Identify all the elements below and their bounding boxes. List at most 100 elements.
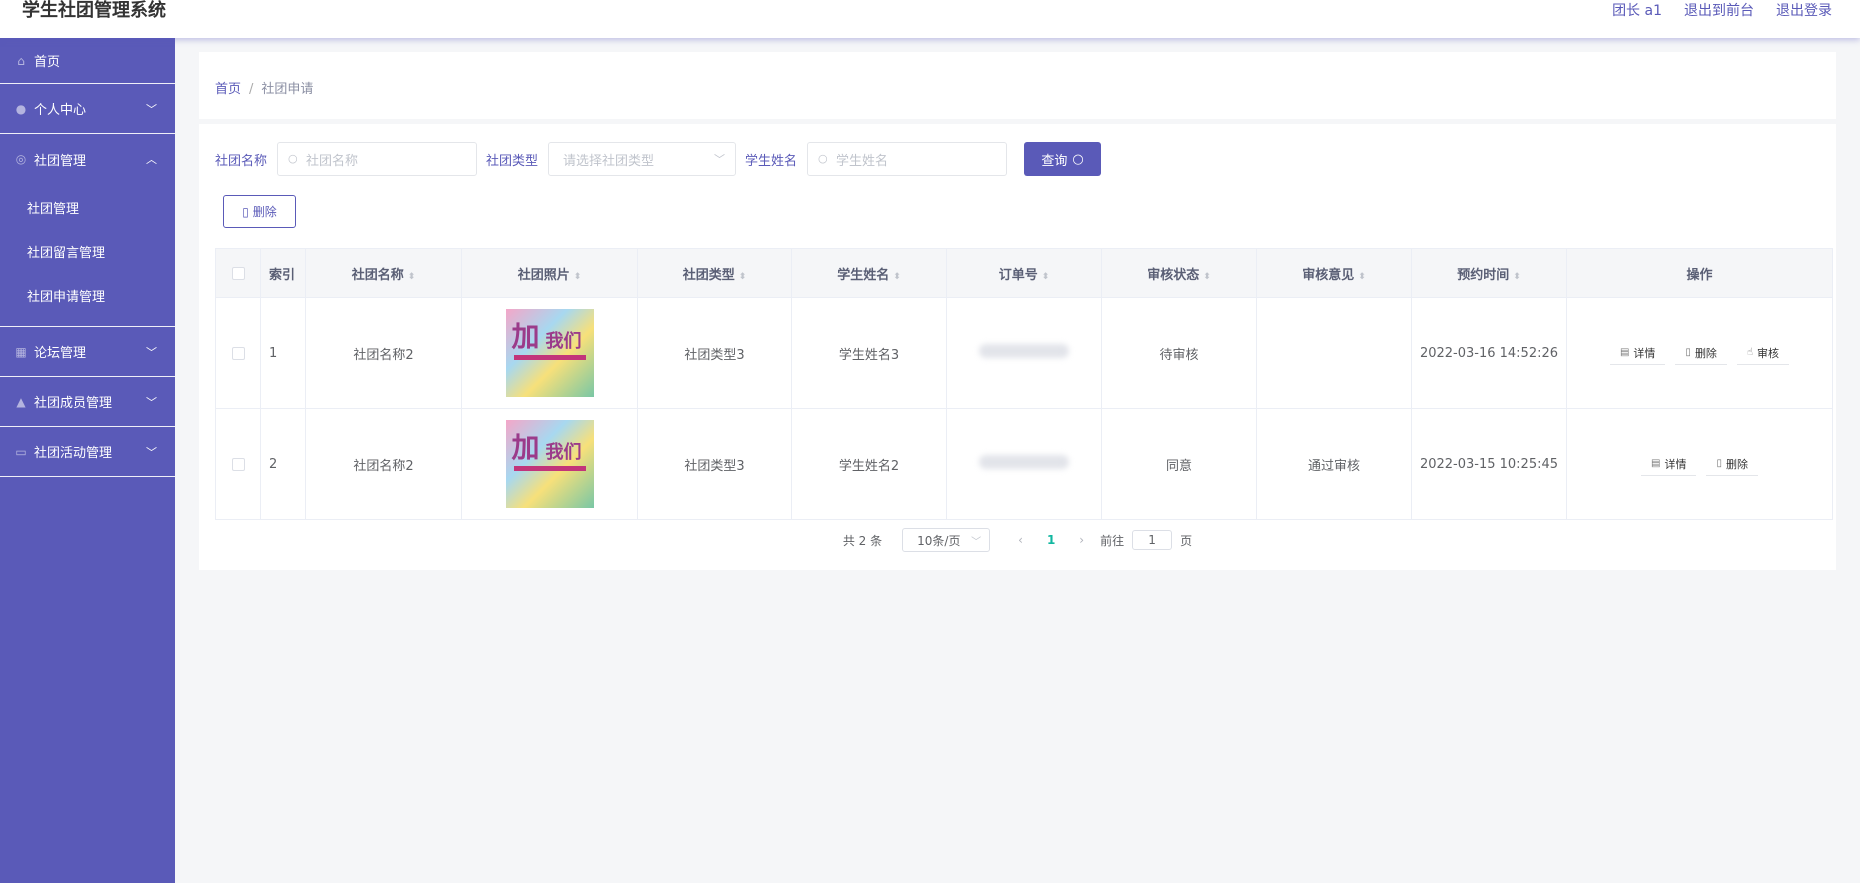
- chat-icon: ▭: [15, 444, 27, 459]
- header-student-name[interactable]: 学生姓名 ⬍: [791, 248, 947, 298]
- chevron-down-icon: ﹀: [146, 396, 157, 409]
- cell-club-photo: 加 我们: [461, 297, 638, 409]
- sidebar-item-label: 论坛管理: [34, 346, 87, 361]
- sort-icon[interactable]: ⬍: [1042, 272, 1050, 282]
- breadcrumb-current: 社团申请: [261, 82, 314, 97]
- sidebar-item-home[interactable]: ⌂ 首页: [0, 38, 175, 84]
- breadcrumb-panel: 首页 / 社团申请: [199, 52, 1836, 119]
- sort-icon[interactable]: ⬍: [739, 272, 747, 282]
- header-label: 社团类型: [682, 267, 735, 283]
- batch-delete-button[interactable]: ▯ 删除: [223, 195, 296, 228]
- header-club-photo[interactable]: 社团照片 ⬍: [461, 248, 638, 298]
- sidebar-item-club-management[interactable]: ◎ 社团管理 ︿: [0, 134, 175, 184]
- delete-button[interactable]: ▯ 删除: [1675, 341, 1727, 365]
- club-photo[interactable]: 加 我们: [505, 420, 594, 508]
- header-actions: 操作: [1566, 248, 1833, 298]
- row-checkbox[interactable]: [231, 457, 245, 471]
- breadcrumb-home[interactable]: 首页: [215, 82, 241, 97]
- header-label: 订单号: [998, 267, 1038, 283]
- club-type-placeholder: 请选择社团类型: [563, 153, 655, 169]
- club-submenu: 社团管理 社团留言管理 社团申请管理: [0, 184, 175, 327]
- delete-label: 删除: [1725, 457, 1748, 471]
- cell-club-type: 社团类型3: [637, 297, 792, 409]
- cell-review-status: 同意: [1101, 408, 1257, 520]
- sidebar-item-forum[interactable]: ▦ 论坛管理 ﹀: [0, 327, 175, 377]
- chevron-up-icon: ︿: [146, 153, 157, 166]
- table-header-row: 索引 社团名称 ⬍ 社团照片 ⬍ 社团类型 ⬍ 学生姓名 ⬍ 订单号 ⬍ 审核状态 ⬍ 审核…: [215, 248, 1833, 298]
- search-icon: ○: [818, 152, 828, 165]
- cell-review-opinion: 通过审核: [1256, 408, 1412, 520]
- sort-icon[interactable]: ⬍: [1358, 272, 1366, 282]
- submenu-item-club-applications[interactable]: 社团申请管理: [0, 276, 175, 320]
- chevron-down-icon: ﹀: [146, 346, 157, 359]
- row-checkbox[interactable]: [231, 346, 245, 360]
- header-review-opinion[interactable]: 审核意见 ⬍: [1256, 248, 1412, 298]
- review-button[interactable]: ☝ 审核: [1736, 341, 1790, 365]
- next-page-icon[interactable]: ›: [1071, 533, 1092, 547]
- header-index: 索引: [260, 248, 306, 298]
- sort-icon[interactable]: ⬍: [1513, 272, 1521, 282]
- header-label: 预约时间: [1457, 267, 1510, 283]
- query-button[interactable]: 查询 ○: [1024, 142, 1102, 176]
- thumbs-up-icon: ☝: [1746, 347, 1754, 358]
- submenu-item-club-management[interactable]: 社团管理: [0, 188, 175, 232]
- cell-club-type: 社团类型3: [637, 408, 792, 520]
- applications-table: 索引 社团名称 ⬍ 社团照片 ⬍ 社团类型 ⬍ 学生姓名 ⬍ 订单号 ⬍ 审核状态 ⬍ 审核…: [215, 248, 1833, 520]
- batch-delete-label: 删除: [252, 205, 277, 219]
- content-panel: 社团名称 ○ 社团名称 社团类型 请选择社团类型 ﹀ 学生姓名 ○ 学生姓名 查…: [199, 124, 1836, 570]
- table-row: 2 社团名称2 加 我们 社团类型3 学生姓名2 同意 通过审核 2022-03…: [215, 408, 1833, 520]
- sidebar-item-members[interactable]: ▲ 社团成员管理 ﹀: [0, 377, 175, 427]
- club-name-input[interactable]: ○ 社团名称: [277, 142, 478, 176]
- page-size-select[interactable]: 10条/页 ﹀: [902, 528, 991, 552]
- select-all-cell: [215, 248, 261, 298]
- club-photo[interactable]: 加 我们: [505, 309, 594, 397]
- detail-button[interactable]: ▤ 详情: [1641, 452, 1697, 476]
- chevron-down-icon: ﹀: [146, 446, 157, 459]
- row-actions: ▤ 详情 ▯ 删除: [1567, 452, 1832, 476]
- blurred-order-number: [979, 455, 1069, 469]
- search-form: 社团名称 ○ 社团名称 社团类型 请选择社团类型 ﹀ 学生姓名 ○ 学生姓名 查…: [215, 142, 1102, 176]
- club-name-label: 社团名称: [215, 153, 268, 169]
- cell-booking-time: 2022-03-16 14:52:26: [1411, 297, 1567, 409]
- club-type-select[interactable]: 请选择社团类型 ﹀: [548, 142, 737, 176]
- prev-page-icon[interactable]: ‹: [1010, 533, 1031, 547]
- sidebar: ⌂ 首页 ● 个人中心 ﹀ ◎ 社团管理 ︿ 社团管理 社团留言管理 社团申请管…: [0, 38, 175, 883]
- header-club-type[interactable]: 社团类型 ⬍: [637, 248, 792, 298]
- search-icon: ○: [288, 152, 298, 165]
- top-bar: 学生社团管理系统 团长 a1 退出到前台 退出登录: [0, 0, 1860, 38]
- cell-actions: ▤ 详情 ▯ 删除 ☝ 审核: [1566, 297, 1833, 409]
- header-club-name[interactable]: 社团名称 ⬍: [305, 248, 462, 298]
- logout-link[interactable]: 退出登录: [1776, 0, 1832, 22]
- sort-icon[interactable]: ⬍: [574, 272, 582, 282]
- back-to-front-link[interactable]: 退出到前台: [1684, 0, 1754, 22]
- goto-page-input[interactable]: 1: [1132, 530, 1173, 550]
- submenu-item-club-messages[interactable]: 社团留言管理: [0, 232, 175, 276]
- sort-icon[interactable]: ⬍: [893, 272, 901, 282]
- user-role-link[interactable]: 团长 a1: [1612, 0, 1662, 22]
- sort-icon[interactable]: ⬍: [1203, 272, 1211, 282]
- select-all-checkbox[interactable]: [231, 266, 245, 280]
- photo-banner: [513, 466, 586, 471]
- cell-club-name: 社团名称2: [305, 297, 462, 409]
- pagination: 共 2 条 10条/页 ﹀ ‹ 1 › 前往 1 页: [199, 528, 1836, 552]
- photo-text-a: 加: [511, 431, 540, 464]
- header-order-no[interactable]: 订单号 ⬍: [946, 248, 1102, 298]
- club-type-label: 社团类型: [486, 153, 539, 169]
- sidebar-item-label: 社团成员管理: [34, 396, 113, 411]
- sidebar-item-personal-center[interactable]: ● 个人中心 ﹀: [0, 84, 175, 134]
- student-name-input[interactable]: ○ 学生姓名: [807, 142, 1008, 176]
- header-review-status[interactable]: 审核状态 ⬍: [1101, 248, 1257, 298]
- header-booking-time[interactable]: 预约时间 ⬍: [1411, 248, 1567, 298]
- blurred-order-number: [979, 344, 1069, 358]
- header-label: 社团照片: [517, 267, 570, 283]
- photo-text-b: 我们: [545, 331, 582, 352]
- delete-button[interactable]: ▯ 删除: [1706, 452, 1758, 476]
- document-icon: ▤: [1651, 458, 1661, 469]
- sort-icon[interactable]: ⬍: [408, 272, 416, 282]
- sidebar-item-activities[interactable]: ▭ 社团活动管理 ﹀: [0, 427, 175, 477]
- photo-text-b: 我们: [545, 442, 582, 463]
- row-actions: ▤ 详情 ▯ 删除 ☝ 审核: [1567, 341, 1832, 365]
- page-number-current[interactable]: 1: [1039, 533, 1063, 547]
- detail-button[interactable]: ▤ 详情: [1609, 341, 1666, 365]
- breadcrumb: 首页 / 社团申请: [215, 78, 313, 97]
